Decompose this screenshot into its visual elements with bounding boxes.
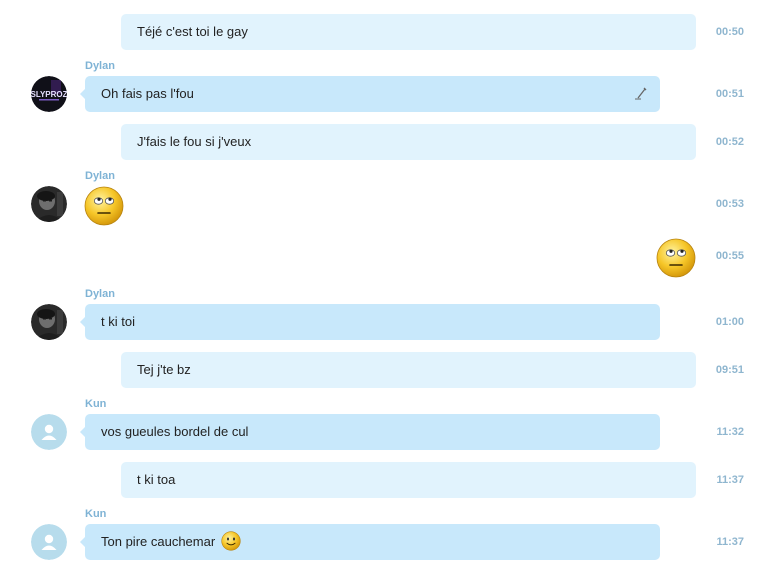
sender-name[interactable]: Dylan	[85, 288, 115, 301]
message-bubble[interactable]: t ki toa	[121, 462, 696, 498]
sender-name[interactable]: Kun	[85, 398, 106, 411]
avatar[interactable]	[31, 186, 67, 222]
eye-roll-emoji	[84, 186, 124, 226]
message-timestamp: 01:00	[715, 316, 744, 328]
message-timestamp: 00:55	[715, 250, 744, 262]
message-bubble[interactable]: J'fais le fou si j'veux	[121, 124, 696, 160]
avatar[interactable]: SLYPROZ	[31, 76, 67, 112]
dark-portrait-avatar	[31, 186, 67, 222]
avatar-logo-text: SLYPROZ	[31, 90, 67, 99]
message-timestamp: 00:51	[715, 88, 744, 100]
message-text: Téjé c'est toi le gay	[137, 24, 248, 39]
default-person-avatar	[31, 414, 67, 450]
eye-roll-emoji	[656, 238, 696, 278]
message-timestamp: 11:37	[716, 536, 744, 548]
sender-name[interactable]: Kun	[85, 508, 106, 521]
message-timestamp: 00:52	[715, 136, 744, 148]
smile-emoji	[221, 531, 241, 551]
message-bubble[interactable]: Ton pire cauchemar	[80, 524, 660, 560]
message-text: t ki toi	[101, 314, 135, 329]
message-text: vos gueules bordel de cul	[101, 424, 249, 439]
avatar[interactable]	[31, 524, 67, 560]
avatar[interactable]	[31, 304, 67, 340]
pencil-icon	[635, 87, 647, 100]
message-timestamp: 09:51	[715, 364, 744, 376]
message-bubble[interactable]: Tej j'te bz	[121, 352, 696, 388]
message-text: J'fais le fou si j'veux	[137, 134, 252, 149]
message-text: Oh fais pas l'fou	[101, 86, 194, 101]
message-bubble[interactable]: vos gueules bordel de cul	[80, 414, 660, 450]
message-timestamp: 00:53	[715, 198, 744, 210]
message-timestamp: 11:32	[716, 426, 744, 438]
message-bubble[interactable]: Oh fais pas l'fou	[80, 76, 660, 112]
message-text: Tej j'te bz	[137, 362, 191, 377]
message-bubble[interactable]: t ki toi	[80, 304, 660, 340]
slyproz-logo-avatar: SLYPROZ	[31, 76, 67, 112]
sender-name[interactable]: Dylan	[85, 170, 115, 183]
message-bubble[interactable]: Téjé c'est toi le gay	[121, 14, 696, 50]
sender-name[interactable]: Dylan	[85, 60, 115, 73]
message-text: t ki toa	[137, 472, 176, 487]
dark-portrait-avatar	[31, 304, 67, 340]
message-timestamp: 11:37	[716, 474, 744, 486]
message-timestamp: 00:50	[715, 26, 744, 38]
chat-conversation: Téjé c'est toi le gay 00:50 Dylan SLYPRO…	[0, 0, 758, 566]
avatar[interactable]	[31, 414, 67, 450]
default-person-avatar	[31, 524, 67, 560]
message-text: Ton pire cauchemar	[101, 534, 216, 549]
